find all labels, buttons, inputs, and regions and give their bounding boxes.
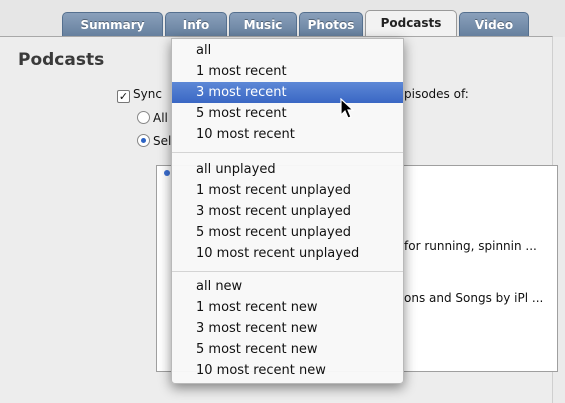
menu-item-3-most-recent-unplayed[interactable]: 3 most recent unplayed [172, 201, 403, 222]
mouse-pointer-icon [340, 98, 355, 119]
radio-selected-row: Sel [137, 134, 171, 148]
sync-label-end: pisodes of: [404, 87, 469, 101]
menu-item-10-most-recent-new[interactable]: 10 most recent new [172, 360, 403, 381]
menu-item-1-most-recent[interactable]: 1 most recent [172, 61, 403, 82]
menu-item-3-most-recent[interactable]: 3 most recent [172, 82, 403, 103]
radio-selected[interactable] [137, 134, 150, 147]
tab-summary[interactable]: Summary [62, 12, 163, 36]
menu-separator [172, 271, 403, 272]
tab-music[interactable]: Music [229, 12, 297, 36]
menu-item-5-most-recent-new[interactable]: 5 most recent new [172, 339, 403, 360]
menu-item-3-most-recent-new[interactable]: 3 most recent new [172, 318, 403, 339]
tab-video[interactable]: Video [459, 12, 529, 36]
menu-item-all[interactable]: all [172, 40, 403, 61]
tab-bar: Summary Info Music Photos Podcasts Video [0, 0, 565, 37]
menu-item-10-most-recent-unplayed[interactable]: 10 most recent unplayed [172, 243, 403, 264]
menu-item-5-most-recent-unplayed[interactable]: 5 most recent unplayed [172, 222, 403, 243]
tab-podcasts[interactable]: Podcasts [365, 10, 457, 36]
menu-separator [172, 152, 403, 153]
menu-item-all-new[interactable]: all new [172, 276, 403, 297]
radio-all[interactable] [137, 111, 150, 124]
sync-checkbox-label: Sync [133, 87, 162, 101]
episodes-popup-menu: all 1 most recent 3 most recent 5 most r… [171, 38, 404, 384]
tab-list: Summary Info Music Photos Podcasts Video [62, 10, 531, 36]
sync-checkbox[interactable]: ✓ [117, 90, 130, 103]
tab-photos[interactable]: Photos [299, 12, 363, 36]
page-title: Podcasts [18, 50, 105, 70]
tab-info[interactable]: Info [165, 12, 227, 36]
menu-item-10-most-recent[interactable]: 10 most recent [172, 124, 403, 145]
list-item[interactable]: for running, spinnin ... [404, 239, 537, 253]
sync-row: ✓ Sync [117, 87, 162, 103]
radio-all-row: All [137, 111, 168, 125]
menu-item-5-most-recent[interactable]: 5 most recent [172, 103, 403, 124]
radio-selected-label: Sel [153, 134, 172, 148]
menu-item-1-most-recent-new[interactable]: 1 most recent new [172, 297, 403, 318]
list-item[interactable]: ons and Songs by iPl ... [404, 291, 543, 305]
menu-item-1-most-recent-unplayed[interactable]: 1 most recent unplayed [172, 180, 403, 201]
new-episode-dot [164, 170, 170, 176]
radio-all-label: All [153, 111, 168, 125]
menu-item-all-unplayed[interactable]: all unplayed [172, 159, 403, 180]
